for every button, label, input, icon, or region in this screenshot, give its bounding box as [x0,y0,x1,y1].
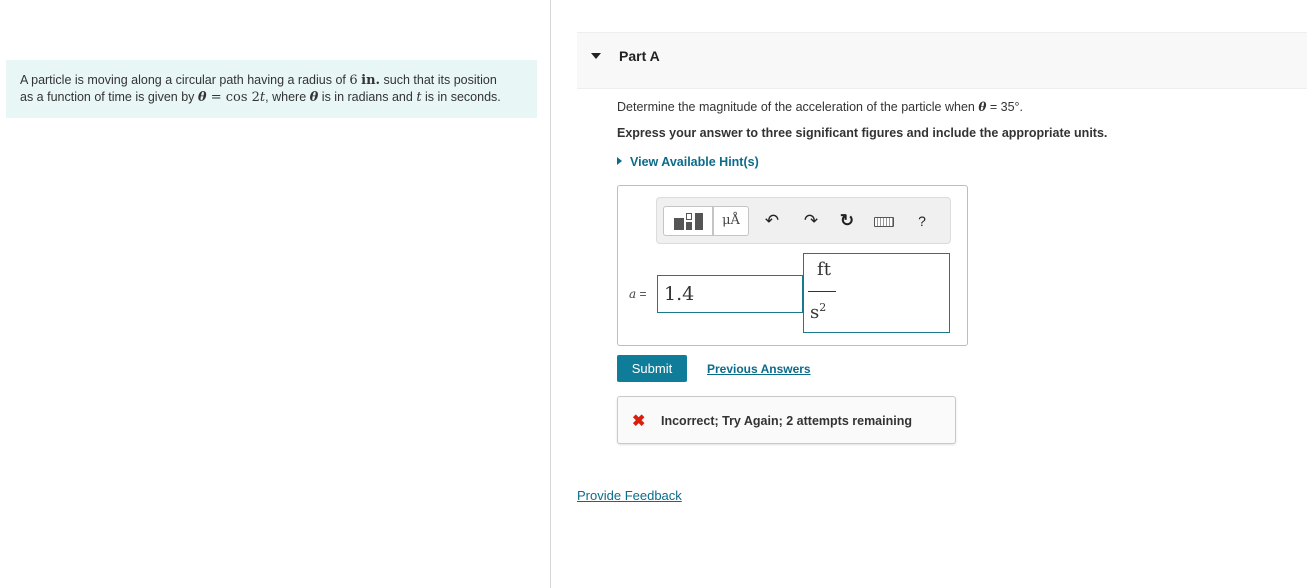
answer-units-input[interactable]: ft s2 [803,253,950,333]
caret-right-icon [617,157,622,165]
fraction-bar [808,291,836,292]
feedback-message: ✖ Incorrect; Try Again; 2 attempts remai… [617,396,956,444]
column-divider [550,0,551,588]
redo-icon[interactable]: ↷ [800,209,822,233]
part-a-header[interactable]: Part A [577,32,1307,89]
answer-value-input[interactable] [657,275,803,313]
previous-answers-link[interactable]: Previous Answers [707,362,811,376]
provide-feedback-link[interactable]: Provide Feedback [577,488,682,503]
help-icon[interactable]: ? [911,209,933,233]
answer-panel: μÅ ↶ ↷ ↻ ? a = ft s2 [617,185,968,346]
position-equation: θ = cos 2t [197,90,266,105]
submit-button[interactable]: Submit [617,355,687,382]
feedback-text: Incorrect; Try Again; 2 attempts remaini… [661,414,912,428]
reset-icon[interactable]: ↻ [836,209,858,233]
radius-value: 6 [349,73,358,88]
part-title: Part A [619,48,660,64]
error-x-icon: ✖ [632,413,646,430]
unit-denominator: s2 [810,301,827,323]
answer-variable-label: a = [629,287,647,301]
problem-line-2: as a function of time is given by θ = co… [20,90,501,105]
templates-button[interactable] [663,206,713,236]
caret-down-icon[interactable] [591,53,601,59]
undo-icon[interactable]: ↶ [761,209,783,233]
radius-unit: in. [361,73,381,88]
units-button[interactable]: μÅ [713,206,749,236]
view-hints-link[interactable]: View Available Hint(s) [617,155,759,169]
keyboard-icon[interactable] [874,217,894,227]
problem-statement: A particle is moving along a circular pa… [6,60,537,118]
instruction-text: Express your answer to three significant… [617,126,1108,140]
math-toolbar: μÅ ↶ ↷ ↻ ? [656,197,951,244]
unit-numerator: ft [817,259,831,280]
problem-line-1: A particle is moving along a circular pa… [20,73,497,88]
question-text: Determine the magnitude of the accelerat… [617,100,1024,114]
hint-label: View Available Hint(s) [630,155,759,169]
